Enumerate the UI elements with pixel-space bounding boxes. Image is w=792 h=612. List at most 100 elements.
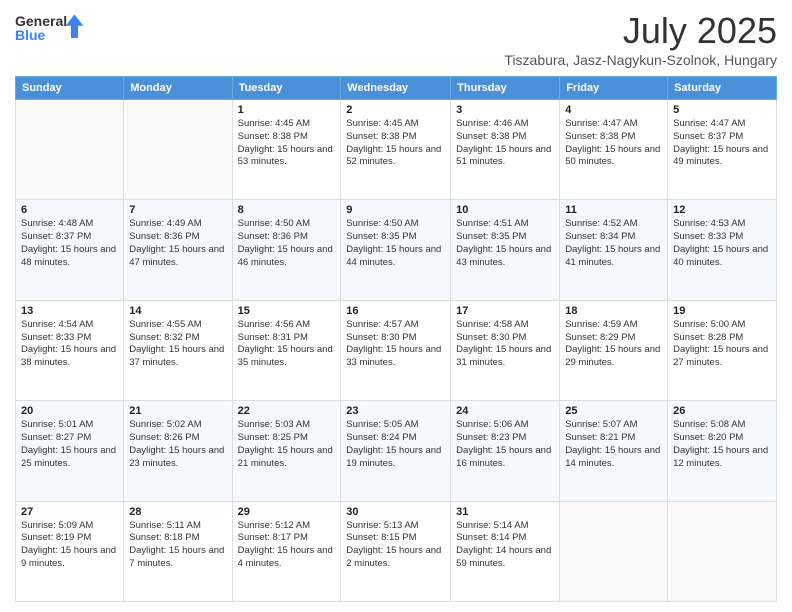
sunrise-text: Sunrise: 4:47 AM: [565, 118, 637, 129]
day-info: Sunrise: 5:00 AM Sunset: 8:28 PM Dayligh…: [673, 319, 771, 370]
daylight-text: Daylight: 15 hours and 43 minutes.: [456, 244, 551, 268]
calendar-cell: 16 Sunrise: 4:57 AM Sunset: 8:30 PM Dayl…: [341, 300, 451, 400]
day-number: 13: [21, 305, 118, 317]
sunset-text: Sunset: 8:37 PM: [673, 131, 743, 142]
sunrise-text: Sunrise: 5:03 AM: [238, 419, 310, 430]
daylight-text: Daylight: 15 hours and 52 minutes.: [346, 144, 441, 168]
calendar-cell: 28 Sunrise: 5:11 AM Sunset: 8:18 PM Dayl…: [124, 501, 232, 601]
day-info: Sunrise: 5:07 AM Sunset: 8:21 PM Dayligh…: [565, 419, 662, 470]
sunrise-text: Sunrise: 4:45 AM: [346, 118, 418, 129]
sunrise-text: Sunrise: 4:57 AM: [346, 319, 418, 330]
daylight-text: Daylight: 15 hours and 31 minutes.: [456, 344, 551, 368]
month-title: July 2025: [504, 10, 777, 52]
day-info: Sunrise: 4:48 AM Sunset: 8:37 PM Dayligh…: [21, 218, 118, 269]
sunrise-text: Sunrise: 5:01 AM: [21, 419, 93, 430]
day-number: 31: [456, 506, 554, 518]
calendar-cell: 15 Sunrise: 4:56 AM Sunset: 8:31 PM Dayl…: [232, 300, 341, 400]
day-info: Sunrise: 5:08 AM Sunset: 8:20 PM Dayligh…: [673, 419, 771, 470]
calendar-cell: 11 Sunrise: 4:52 AM Sunset: 8:34 PM Dayl…: [560, 200, 668, 300]
location: Tiszabura, Jasz-Nagykun-Szolnok, Hungary: [504, 52, 777, 68]
calendar-cell: 26 Sunrise: 5:08 AM Sunset: 8:20 PM Dayl…: [668, 401, 777, 501]
sunrise-text: Sunrise: 5:00 AM: [673, 319, 745, 330]
daylight-text: Daylight: 15 hours and 50 minutes.: [565, 144, 660, 168]
sunrise-text: Sunrise: 5:07 AM: [565, 419, 637, 430]
sunset-text: Sunset: 8:33 PM: [673, 231, 743, 242]
calendar-cell: 29 Sunrise: 5:12 AM Sunset: 8:17 PM Dayl…: [232, 501, 341, 601]
calendar-cell: 12 Sunrise: 4:53 AM Sunset: 8:33 PM Dayl…: [668, 200, 777, 300]
page: General Blue July 2025 Tiszabura, Jasz-N…: [0, 0, 792, 612]
day-info: Sunrise: 4:54 AM Sunset: 8:33 PM Dayligh…: [21, 319, 118, 370]
day-number: 27: [21, 506, 118, 518]
day-number: 21: [129, 405, 226, 417]
daylight-text: Daylight: 15 hours and 29 minutes.: [565, 344, 660, 368]
calendar-cell: 30 Sunrise: 5:13 AM Sunset: 8:15 PM Dayl…: [341, 501, 451, 601]
daylight-text: Daylight: 15 hours and 53 minutes.: [238, 144, 333, 168]
sunrise-text: Sunrise: 5:13 AM: [346, 520, 418, 531]
day-info: Sunrise: 4:50 AM Sunset: 8:36 PM Dayligh…: [238, 218, 336, 269]
day-number: 4: [565, 104, 662, 116]
sunset-text: Sunset: 8:19 PM: [21, 532, 91, 543]
sunset-text: Sunset: 8:14 PM: [456, 532, 526, 543]
calendar-cell: 13 Sunrise: 4:54 AM Sunset: 8:33 PM Dayl…: [16, 300, 124, 400]
sunrise-text: Sunrise: 4:49 AM: [129, 218, 201, 229]
calendar-week-row: 20 Sunrise: 5:01 AM Sunset: 8:27 PM Dayl…: [16, 401, 777, 501]
daylight-text: Daylight: 15 hours and 40 minutes.: [673, 244, 768, 268]
sunrise-text: Sunrise: 5:12 AM: [238, 520, 310, 531]
calendar-cell: 22 Sunrise: 5:03 AM Sunset: 8:25 PM Dayl…: [232, 401, 341, 501]
day-number: 2: [346, 104, 445, 116]
day-number: 11: [565, 204, 662, 216]
day-number: 30: [346, 506, 445, 518]
sunset-text: Sunset: 8:32 PM: [129, 332, 199, 343]
daylight-text: Daylight: 15 hours and 9 minutes.: [21, 545, 116, 569]
sunset-text: Sunset: 8:30 PM: [346, 332, 416, 343]
col-monday: Monday: [124, 77, 232, 100]
calendar-cell: 1 Sunrise: 4:45 AM Sunset: 8:38 PM Dayli…: [232, 100, 341, 200]
sunrise-text: Sunrise: 4:55 AM: [129, 319, 201, 330]
col-tuesday: Tuesday: [232, 77, 341, 100]
daylight-text: Daylight: 15 hours and 51 minutes.: [456, 144, 551, 168]
day-info: Sunrise: 5:12 AM Sunset: 8:17 PM Dayligh…: [238, 520, 336, 571]
sunset-text: Sunset: 8:36 PM: [129, 231, 199, 242]
col-sunday: Sunday: [16, 77, 124, 100]
day-info: Sunrise: 4:57 AM Sunset: 8:30 PM Dayligh…: [346, 319, 445, 370]
daylight-text: Daylight: 15 hours and 44 minutes.: [346, 244, 441, 268]
day-info: Sunrise: 4:59 AM Sunset: 8:29 PM Dayligh…: [565, 319, 662, 370]
day-number: 18: [565, 305, 662, 317]
day-info: Sunrise: 5:03 AM Sunset: 8:25 PM Dayligh…: [238, 419, 336, 470]
sunrise-text: Sunrise: 5:02 AM: [129, 419, 201, 430]
sunrise-text: Sunrise: 4:51 AM: [456, 218, 528, 229]
daylight-text: Daylight: 15 hours and 46 minutes.: [238, 244, 333, 268]
day-number: 16: [346, 305, 445, 317]
calendar-cell: 10 Sunrise: 4:51 AM Sunset: 8:35 PM Dayl…: [451, 200, 560, 300]
calendar-cell: 27 Sunrise: 5:09 AM Sunset: 8:19 PM Dayl…: [16, 501, 124, 601]
calendar-cell: 9 Sunrise: 4:50 AM Sunset: 8:35 PM Dayli…: [341, 200, 451, 300]
calendar-cell: 23 Sunrise: 5:05 AM Sunset: 8:24 PM Dayl…: [341, 401, 451, 501]
day-number: 9: [346, 204, 445, 216]
day-number: 1: [238, 104, 336, 116]
daylight-text: Daylight: 15 hours and 33 minutes.: [346, 344, 441, 368]
calendar-cell: 24 Sunrise: 5:06 AM Sunset: 8:23 PM Dayl…: [451, 401, 560, 501]
calendar-cell: 6 Sunrise: 4:48 AM Sunset: 8:37 PM Dayli…: [16, 200, 124, 300]
sunset-text: Sunset: 8:21 PM: [565, 432, 635, 443]
title-block: July 2025 Tiszabura, Jasz-Nagykun-Szolno…: [504, 10, 777, 68]
sunset-text: Sunset: 8:29 PM: [565, 332, 635, 343]
sunrise-text: Sunrise: 4:47 AM: [673, 118, 745, 129]
sunset-text: Sunset: 8:27 PM: [21, 432, 91, 443]
day-number: 22: [238, 405, 336, 417]
day-number: 14: [129, 305, 226, 317]
day-number: 6: [21, 204, 118, 216]
calendar-week-row: 1 Sunrise: 4:45 AM Sunset: 8:38 PM Dayli…: [16, 100, 777, 200]
day-number: 5: [673, 104, 771, 116]
sunrise-text: Sunrise: 5:06 AM: [456, 419, 528, 430]
sunset-text: Sunset: 8:24 PM: [346, 432, 416, 443]
day-number: 15: [238, 305, 336, 317]
day-number: 7: [129, 204, 226, 216]
sunset-text: Sunset: 8:15 PM: [346, 532, 416, 543]
sunset-text: Sunset: 8:18 PM: [129, 532, 199, 543]
sunrise-text: Sunrise: 5:11 AM: [129, 520, 201, 531]
sunset-text: Sunset: 8:38 PM: [238, 131, 308, 142]
sunrise-text: Sunrise: 5:08 AM: [673, 419, 745, 430]
calendar-cell: 18 Sunrise: 4:59 AM Sunset: 8:29 PM Dayl…: [560, 300, 668, 400]
calendar-cell: 4 Sunrise: 4:47 AM Sunset: 8:38 PM Dayli…: [560, 100, 668, 200]
calendar-cell: [668, 501, 777, 601]
